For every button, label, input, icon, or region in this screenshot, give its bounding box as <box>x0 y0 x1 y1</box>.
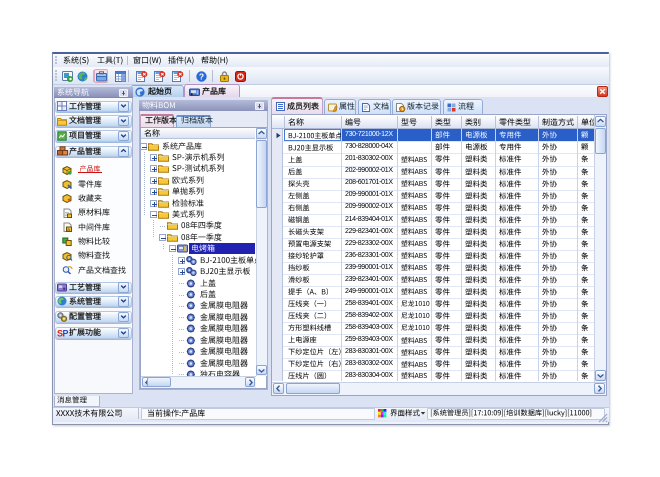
svg-text:?: ? <box>198 71 203 81</box>
svg-text:P: P <box>63 328 69 338</box>
